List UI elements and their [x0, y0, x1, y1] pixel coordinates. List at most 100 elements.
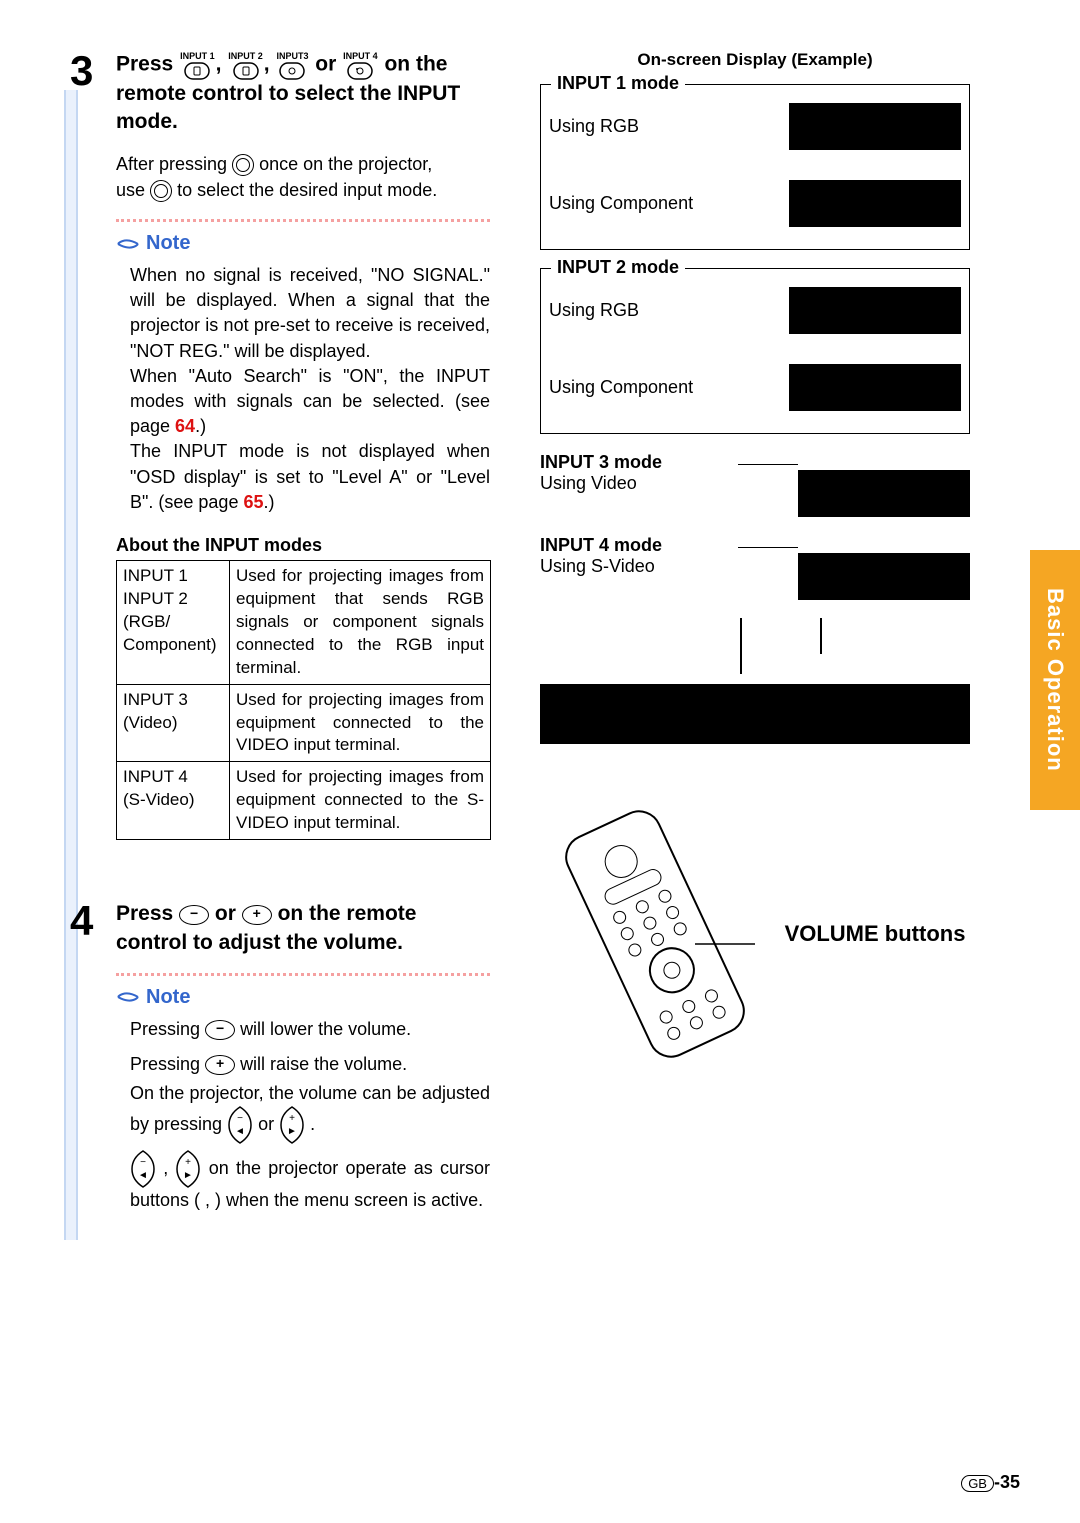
- remote-icon: [545, 804, 765, 1064]
- tbl-c2: Used for projecting images from equipmen…: [230, 762, 491, 840]
- minus-button-icon: −: [179, 905, 209, 925]
- legend-input1: INPUT 1 mode: [551, 73, 685, 94]
- or-word: or: [215, 902, 236, 925]
- projector-left-button-icon: −◄: [227, 1106, 253, 1144]
- input3-sub: Using Video: [540, 473, 738, 494]
- input3-mode-block: INPUT 3 mode Using Video: [540, 452, 970, 517]
- tbl-c1: INPUT 1 INPUT 2 (RGB/ Component): [117, 560, 230, 684]
- osd-row: Using Component: [549, 364, 961, 411]
- step-number: 3: [70, 50, 116, 92]
- svg-text:►: ►: [184, 1170, 194, 1181]
- preview-box: [789, 364, 961, 411]
- press-word: Press: [116, 53, 173, 76]
- page-num-value: -35: [994, 1472, 1020, 1492]
- input4-mode-block: INPUT 4 mode Using S-Video: [540, 535, 970, 600]
- note-body-4: Pressing − will lower the volume. Pressi…: [130, 1017, 490, 1214]
- note-p2-b: .): [195, 416, 206, 436]
- preview-box: [789, 287, 961, 334]
- step-4-title: Press − or + on the remote control to ad…: [116, 900, 490, 957]
- input1-label: INPUT 1: [180, 50, 215, 62]
- note-p3-b: .): [264, 492, 275, 512]
- using-component: Using Component: [549, 377, 699, 398]
- note-p3-a: The INPUT mode is not displayed when "OS…: [130, 441, 490, 511]
- legend-input2: INPUT 2 mode: [551, 257, 685, 278]
- page-region: GB: [961, 1475, 994, 1492]
- preview-box: [798, 553, 970, 600]
- tbl-c2: Used for projecting images from equipmen…: [230, 560, 491, 684]
- input2-label: INPUT 2: [228, 50, 263, 62]
- svg-text:◄: ◄: [235, 1126, 245, 1137]
- projector-right-button-icon: +►: [279, 1106, 305, 1144]
- preview-box: [798, 470, 970, 517]
- vol-line3: On the projector, the volume can be adju…: [130, 1081, 490, 1144]
- table-row: INPUT 4 (S-Video) Used for projecting im…: [117, 762, 491, 840]
- input-modes-table: INPUT 1 INPUT 2 (RGB/ Component) Used fo…: [116, 560, 491, 840]
- tbl-c1: INPUT 3 (Video): [117, 684, 230, 762]
- vol-line1: Pressing − will lower the volume.: [130, 1017, 490, 1042]
- l1a: Pressing: [130, 1019, 200, 1039]
- dotted-separator: [116, 219, 490, 222]
- note-heading: Note: [116, 986, 490, 1009]
- input4-head: INPUT 4 mode: [540, 535, 738, 556]
- l1b: will lower the volume.: [240, 1019, 411, 1039]
- volume-buttons-label: VOLUME buttons: [785, 921, 966, 947]
- input3-label: INPUT3: [276, 50, 308, 62]
- page-xref-64[interactable]: 64: [175, 416, 195, 436]
- left-column: 3 Press INPUT 1 , INPUT 2 , INPUT3: [70, 50, 490, 1214]
- osd-row: Using RGB: [549, 103, 961, 150]
- after-a: After pressing: [116, 154, 227, 174]
- section-tab: Basic Operation: [1030, 550, 1080, 810]
- using-rgb: Using RGB: [549, 300, 699, 321]
- note-p1: When no signal is received, "NO SIGNAL."…: [130, 263, 490, 364]
- input4-sub: Using S-Video: [540, 556, 738, 577]
- minus-button-icon: −: [205, 1020, 235, 1040]
- svg-text:−: −: [140, 1157, 146, 1168]
- input-cycle-icon-2: [150, 180, 172, 202]
- page-number: GB-35: [961, 1472, 1020, 1493]
- svg-text:−: −: [237, 1113, 243, 1124]
- step-3: 3 Press INPUT 1 , INPUT 2 , INPUT3: [70, 50, 490, 137]
- step3-after-press: After pressing once on the projector, us…: [116, 151, 490, 203]
- input2-mode-box: INPUT 2 mode Using RGB Using Component: [540, 268, 970, 434]
- input2-button-icon: INPUT 2: [228, 50, 263, 80]
- l3e: .: [310, 1114, 315, 1134]
- plus-button-icon: +: [242, 905, 272, 925]
- l2b: will raise the volume.: [240, 1054, 407, 1074]
- input3-head: INPUT 3 mode: [540, 452, 738, 473]
- preview-box: [789, 180, 961, 227]
- table-heading: About the INPUT modes: [116, 535, 490, 556]
- remote-illustration: VOLUME buttons: [540, 804, 970, 1064]
- note-p3: The INPUT mode is not displayed when "OS…: [130, 439, 490, 515]
- tbl-c2: Used for projecting images from equipmen…: [230, 684, 491, 762]
- note-heading: Note: [116, 232, 490, 255]
- note-p2: When "Auto Search" is "ON", the INPUT mo…: [130, 364, 490, 440]
- osd-row: Using RGB: [549, 287, 961, 334]
- input3-button-icon: INPUT3: [276, 50, 308, 80]
- input-cycle-icon: [232, 154, 254, 176]
- preview-box: [789, 103, 961, 150]
- l4a: ,: [163, 1158, 168, 1178]
- osd-title: On-screen Display (Example): [540, 50, 970, 70]
- tbl-c1: INPUT 4 (S-Video): [117, 762, 230, 840]
- step-number: 4: [70, 900, 116, 942]
- note-icon: [116, 234, 140, 254]
- svg-text:+: +: [186, 1157, 192, 1168]
- after-c: use: [116, 180, 145, 200]
- note-body: When no signal is received, "NO SIGNAL."…: [130, 263, 490, 515]
- page-xref-65[interactable]: 65: [243, 492, 263, 512]
- input4-label: INPUT 4: [343, 50, 378, 62]
- using-rgb: Using RGB: [549, 116, 699, 137]
- projector-right-button-icon: +►: [175, 1150, 201, 1188]
- dotted-separator: [116, 973, 490, 976]
- vol-line4: −◄ , +► on the projector operate as curs…: [130, 1150, 490, 1213]
- input1-button-icon: INPUT 1: [180, 50, 215, 80]
- svg-text:+: +: [289, 1113, 295, 1124]
- note-icon: [116, 987, 140, 1007]
- vol-line2: Pressing + will raise the volume.: [130, 1052, 490, 1077]
- using-component: Using Component: [549, 193, 699, 214]
- osd-row: Using Component: [549, 180, 961, 227]
- right-column: On-screen Display (Example) INPUT 1 mode…: [540, 50, 970, 1214]
- after-d: to select the desired input mode.: [177, 180, 437, 200]
- table-row: INPUT 3 (Video) Used for projecting imag…: [117, 684, 491, 762]
- after-b: once on the projector,: [259, 154, 432, 174]
